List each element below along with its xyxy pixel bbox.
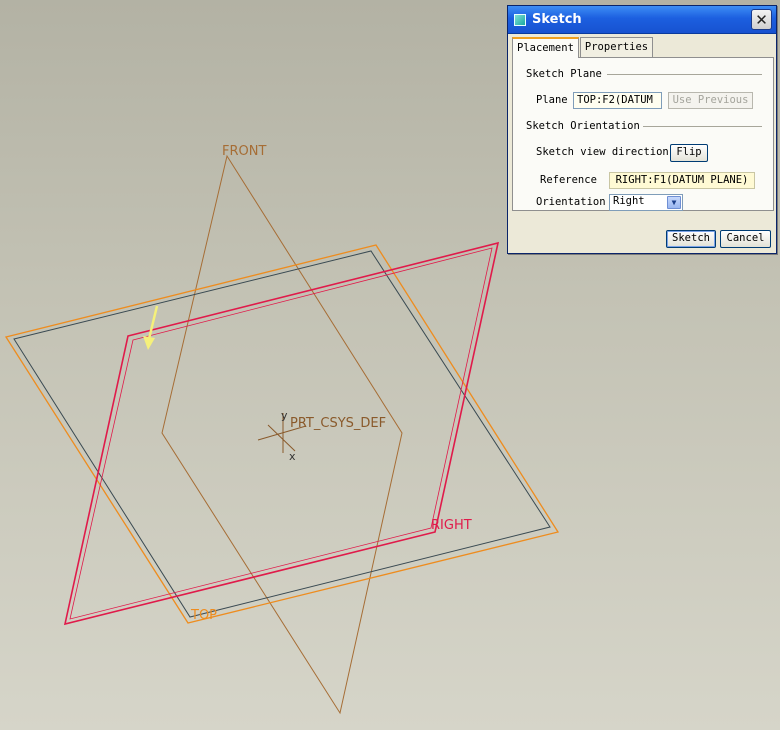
right-plane-label: RIGHT: [431, 518, 472, 533]
front-datum-plane[interactable]: [161, 154, 403, 715]
view-direction-arrow-icon[interactable]: [143, 305, 159, 350]
orientation-value: Right: [613, 195, 645, 207]
plane-label: Plane: [536, 94, 568, 106]
dialog-tabs: Placement Properties: [512, 37, 654, 58]
axis-x-label: x: [289, 450, 296, 463]
dialog-title: Sketch: [532, 12, 582, 27]
tab-properties[interactable]: Properties: [579, 37, 654, 57]
sketch-button[interactable]: Sketch: [666, 230, 716, 248]
reference-label: Reference: [540, 174, 597, 186]
sketch-plane-group-title: Sketch Plane: [526, 68, 602, 80]
sketch-dialog: Sketch ✕ Placement Properties Sketch Pla…: [507, 5, 777, 254]
sketch-app-icon: [514, 13, 526, 26]
top-datum-plane-inner-edge: [13, 250, 551, 618]
plane-field[interactable]: TOP:F2(DATUM: [573, 92, 662, 109]
close-icon: ✕: [755, 10, 768, 29]
flip-button[interactable]: Flip: [670, 144, 708, 162]
sketch-view-direction-label: Sketch view direction: [536, 146, 669, 158]
reference-field[interactable]: RIGHT:F1(DATUM PLANE): [609, 172, 755, 189]
top-plane-label: TOP: [190, 608, 217, 623]
cancel-button[interactable]: Cancel: [720, 230, 771, 248]
orientation-label: Orientation: [536, 196, 606, 208]
orientation-select[interactable]: Right ▼: [609, 194, 683, 211]
tab-placement[interactable]: Placement: [512, 37, 579, 58]
axis-y-label: y: [281, 409, 288, 422]
group-divider: [607, 74, 762, 75]
chevron-down-icon[interactable]: ▼: [667, 196, 681, 209]
use-previous-button[interactable]: Use Previous: [668, 92, 753, 109]
group-divider: [643, 126, 762, 127]
placement-panel: Sketch Plane Plane TOP:F2(DATUM Use Prev…: [512, 57, 774, 211]
sketch-orientation-group-title: Sketch Orientation: [526, 120, 640, 132]
close-button[interactable]: ✕: [751, 9, 772, 30]
dialog-titlebar[interactable]: Sketch ✕: [508, 6, 776, 34]
csys-label: PRT_CSYS_DEF: [290, 416, 386, 431]
front-plane-label: FRONT: [222, 144, 266, 159]
